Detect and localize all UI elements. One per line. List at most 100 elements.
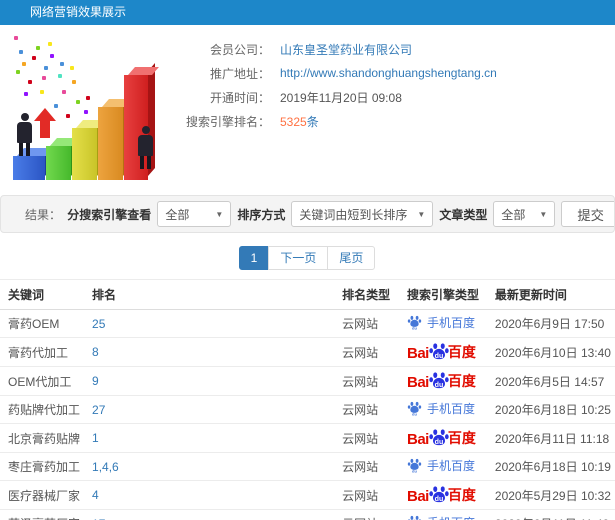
engine-rank-label: 搜索引擎排名： [185,114,270,129]
article-filter-label: 文章类型 [439,207,488,222]
baidu-paw-icon: du [407,459,422,473]
next-page-button[interactable]: 下一页 [268,246,329,271]
baidu-cn-text: 百度 [447,487,476,504]
rank-cell: 25 [84,309,335,339]
baidu-logo[interactable]: Bai du 百度 [407,428,476,448]
member-company-link[interactable]: 山东皇圣堂药业有限公司 [280,41,412,58]
baidu-paw-icon: du [429,343,449,360]
baidu-paw-icon: du [429,372,449,389]
engine-type-cell: du 手机百度 Bai du 百度 [399,509,487,520]
page-1-button[interactable]: 1 [238,246,270,271]
baidu-cn-text: 百度 [447,344,476,361]
updated-cell: 2020年6月9日 17:50 [486,309,615,339]
rank-type-cell: 云网站 [334,509,399,520]
pagination: 1 下一页 尾页 [0,246,615,271]
keyword-cell: 北京膏药贴牌 [0,423,85,454]
engine-rank-row: 搜索引擎排名： 5325条 [178,109,497,133]
chevron-down-icon: ▼ [215,209,224,219]
rank-type-cell: 云网站 [334,452,399,482]
svg-text:du: du [412,412,417,416]
promo-url-link[interactable]: http://www.shandonghuangshengtang.cn [280,66,497,80]
engine-type-cell: du 手机百度 Bai du 百度 [399,452,487,482]
bar-chart-illustration [0,30,178,190]
page-title-bar: 网络营销效果展示 [0,0,615,25]
rank-cell: 1,4,6 [84,452,335,482]
updated-cell: 2020年6月11日 11:40 [486,509,615,520]
article-filter-select[interactable]: 全部 ▼ [493,201,556,227]
table-row: 药贴牌代加工 27 云网站 du 手机百度 Bai du [0,395,615,425]
sort-filter-value: 关键词由短到长排序 [299,207,408,222]
rank-cell: 17 [84,509,335,520]
rank-type-cell: 云网站 [334,366,399,397]
rank-type-cell: 云网站 [334,480,399,511]
svg-text:du: du [435,495,444,503]
mobile-baidu-label: 手机百度 [427,459,476,474]
updated-cell: 2020年5月29日 10:32 [486,480,615,511]
col-keyword: 关键词 [0,279,85,311]
baidu-paw-icon: du [407,316,422,330]
table-row: OEM代加工 9 云网站 du 手机百度 Bai du [0,366,615,397]
bar-orange [98,94,134,180]
filter-bar: 结果： 分搜索引擎查看 全部 ▼ 排序方式 关键词由短到长排序 ▼ 文章类型 全… [0,195,615,233]
submit-button[interactable]: 提交 [561,201,614,227]
engine-filter-label: 分搜索引擎查看 [67,207,152,222]
updated-cell: 2020年6月5日 14:57 [486,366,615,397]
businessman-right [138,126,153,169]
keyword-cell: 医疗器械厂家 [0,480,85,511]
mobile-baidu-label: 手机百度 [427,402,476,417]
table-row: 北京膏药贴牌 1 云网站 du 手机百度 Bai du [0,423,615,454]
rank-cell: 8 [84,337,335,368]
svg-text:du: du [412,469,417,473]
bar-blue [13,143,56,180]
engine-rank-count: 5325 [280,114,307,129]
engine-type-cell: du 手机百度 Bai du 百度 [399,480,487,511]
sort-filter-select[interactable]: 关键词由短到长排序 ▼ [291,201,434,227]
svg-text:du: du [412,326,417,330]
rank-cell: 1 [84,423,335,454]
sort-filter-label: 排序方式 [237,207,286,222]
baidu-logo[interactable]: Bai du 百度 [407,371,476,391]
rank-link[interactable]: 4 [92,488,99,502]
rank-link[interactable]: 9 [92,374,99,388]
baidu-paw-icon: du [407,402,422,416]
rank-link[interactable]: 25 [92,317,105,331]
col-updated: 最新更新时间 [486,279,615,311]
mobile-baidu-label: 手机百度 [427,514,475,520]
keyword-cell: 枣庄膏药加工 [0,452,85,482]
rank-link[interactable]: 1,4,6 [92,460,119,474]
col-rank: 排名 [84,279,335,311]
baidu-logo[interactable]: Bai du 百度 [407,342,476,362]
page-title: 网络营销效果展示 [30,5,127,19]
updated-cell: 2020年6月18日 10:25 [486,395,615,425]
svg-text:du: du [435,381,444,389]
mobile-baidu-logo[interactable]: du 手机百度 [407,457,475,474]
rank-type-cell: 云网站 [334,337,399,368]
rank-type-cell: 云网站 [334,309,399,339]
rank-link[interactable]: 8 [92,345,99,359]
filter-controls: 分搜索引擎查看 全部 ▼ 排序方式 关键词由短到长排序 ▼ 文章类型 全部 ▼ … [67,201,614,227]
baidu-paw-icon: du [429,486,449,503]
keyword-cell: OEM代加工 [0,366,85,397]
engine-rank-unit[interactable]: 条 [307,115,319,129]
article-filter-value: 全部 [501,207,526,222]
last-page-button[interactable]: 尾页 [327,246,376,271]
engine-filter-select[interactable]: 全部 ▼ [157,201,232,227]
open-time-value: 2019年11月20日 09:08 [280,90,402,105]
updated-cell: 2020年6月10日 13:40 [486,337,615,368]
promo-url-row: 推广地址： http://www.shandonghuangshengtang.… [178,61,497,85]
mobile-baidu-logo[interactable]: du 手机百度 [407,400,475,417]
baidu-bai-text: Bai [407,345,429,363]
baidu-logo[interactable]: Bai du 百度 [407,485,476,505]
mobile-baidu-logo[interactable]: du 手机百度 [407,314,475,331]
table-header-row: 关键词 排名 排名类型 搜索引擎类型 最新更新时间 [0,279,615,311]
rank-link[interactable]: 1 [92,431,99,445]
keyword-cell: 药贴牌代加工 [0,395,85,425]
rank-cell: 9 [84,366,335,397]
engine-filter-value: 全部 [165,207,190,222]
mobile-baidu-logo[interactable]: du 手机百度 [407,514,475,520]
rank-link[interactable]: 27 [92,403,105,417]
baidu-bai-text: Bai [407,431,429,449]
page: 网络营销效果展示 会员公司： 山东皇圣堂药业有限公司 推广地址： http://… [0,0,615,520]
businessman-left [17,113,32,156]
col-engine-type: 搜索引擎类型 [399,279,487,311]
